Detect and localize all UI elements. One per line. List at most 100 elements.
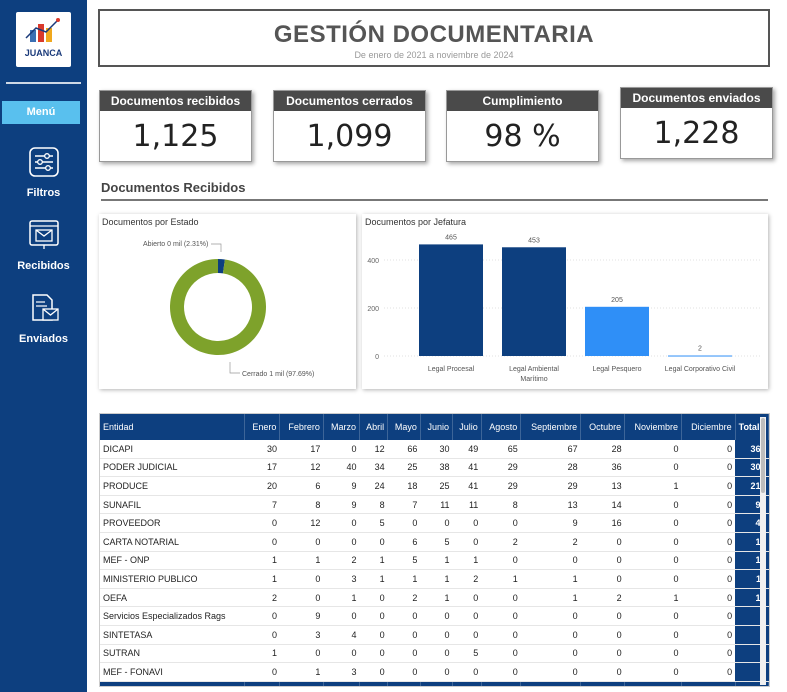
month-cell: 8 [481,495,521,515]
kpi-label: Documentos cerrados [274,91,425,111]
month-cell: 0 [420,625,453,645]
column-header[interactable]: Agosto [481,414,522,440]
total-row-cell: 155 [520,681,582,686]
month-cell: 12 [279,513,324,533]
column-header[interactable]: Noviembre [624,414,683,440]
bar[interactable] [585,306,649,356]
month-cell: 0 [481,606,521,626]
table-body: DICAPI 30 17 0 12 66 30 49 65 67 28 0 0 364 PODER JUDI… [100,440,769,682]
month-cell: 17 [244,458,280,478]
month-cell: 5 [359,513,388,533]
month-cell: 0 [420,644,453,664]
column-header[interactable]: Febrero [279,414,324,440]
menu-button[interactable]: Menú [2,101,80,124]
month-cell: 0 [359,625,388,645]
month-cell: 2 [580,588,625,608]
bar[interactable] [419,244,483,356]
month-cell: 1 [420,551,453,571]
column-header[interactable]: Octubre [580,414,626,440]
month-cell: 30 [244,440,280,459]
month-cell: 0 [420,513,453,533]
entity-cell: PODER JUDICIAL [100,458,245,478]
month-cell: 49 [452,440,482,459]
x-category-label: Legal Pesquero [592,366,641,373]
month-cell: 1 [244,551,280,571]
page-title: GESTIÓN DOCUMENTARIA [273,21,595,48]
bar[interactable] [668,355,732,357]
month-cell: 11 [452,495,482,515]
column-header[interactable]: Julio [452,414,482,440]
month-cell: 5 [420,532,453,552]
logo-text: JUANCA [24,48,63,58]
month-cell: 1 [279,551,324,571]
column-header[interactable]: Abril [359,414,389,440]
x-category-label: Legal Corporativo Civil [665,366,736,373]
month-cell: 20 [244,476,280,496]
month-cell: 1 [520,588,581,608]
month-cell: 13 [520,495,581,515]
bar-value-label: 2 [698,346,702,353]
month-cell: 4 [323,625,360,645]
month-cell: 0 [481,551,521,571]
month-cell: 3 [323,569,360,589]
month-cell: 0 [681,440,736,459]
entity-cell: MEF - ONP [100,551,245,571]
month-cell: 1 [624,476,682,496]
month-cell: 1 [359,551,388,571]
month-cell: 1 [624,588,682,608]
month-cell: 0 [279,644,324,664]
kpi-card-recibidos: Documentos recibidos 1,125 [99,90,252,162]
kpi-card-cumplimiento: Cumplimiento 98 % [446,90,599,162]
column-header[interactable]: Entidad [100,414,246,440]
kpi-value: 1,125 [132,119,219,154]
month-cell: 0 [323,532,360,552]
kpi-value: 98 % [484,119,561,154]
month-cell: 0 [279,532,324,552]
table-row: PRODUCE 20 6 9 24 18 25 41 29 29 13 1 0 215 [100,476,769,496]
column-header[interactable]: Mayo [387,414,421,440]
month-cell: 6 [279,476,324,496]
month-cell: 0 [452,606,482,626]
month-cell: 11 [420,495,453,515]
nav-item-recibidos[interactable]: Recibidos [0,219,87,272]
month-cell: 0 [452,625,482,645]
month-cell: 0 [323,440,360,459]
month-cell: 0 [481,588,521,608]
month-cell: 0 [452,662,482,682]
month-cell: 6 [387,532,421,552]
month-cell: 0 [420,606,453,626]
total-row-cell: 90 [359,681,389,686]
month-cell: 0 [681,513,736,533]
month-cell: 0 [681,458,736,478]
month-cell: 9 [279,606,324,626]
sidebar-divider [6,82,81,84]
month-cell: 17 [279,440,324,459]
table-row: SUNAFIL789871111813140096 [100,495,769,515]
column-header[interactable]: Junio [420,414,454,440]
month-cell: 0 [387,625,421,645]
month-cell: 41 [452,476,482,496]
total-row-cell: 137 [481,681,522,686]
page-subtitle: De enero de 2021 a noviembre de 2024 [354,50,514,60]
nav-item-filtros[interactable]: Filtros [0,146,87,199]
month-cell: 40 [323,458,360,478]
month-cell: 0 [279,588,324,608]
month-cell: 29 [481,476,521,496]
month-cell: 0 [580,644,625,664]
entity-cell: PRODUCE [100,476,245,496]
month-cell: 30 [420,440,453,459]
table-scrollbar-thumb[interactable] [761,418,765,493]
table-row: SINTETASA0340000000007 [100,625,769,645]
donut-slice[interactable] [169,259,266,355]
month-cell: 0 [580,569,625,589]
nav-item-enviados[interactable]: Enviados [0,292,87,345]
column-header[interactable]: Septiembre [520,414,582,440]
column-header[interactable]: Enero [244,414,281,440]
column-header[interactable]: Diciembre [681,414,736,440]
total-row-cell: 114 [420,681,454,686]
bar[interactable] [502,247,566,356]
column-header[interactable]: Marzo [323,414,360,440]
kpi-label: Documentos recibidos [100,91,251,111]
month-cell: 66 [387,440,421,459]
entity-cell: CARTA NOTARIAL [100,532,245,552]
